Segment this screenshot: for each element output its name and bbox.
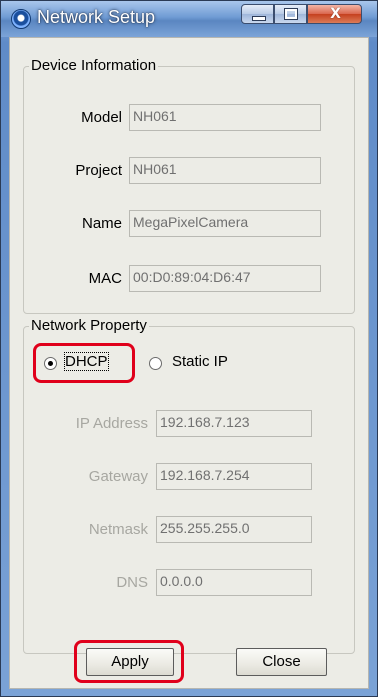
netmask-field[interactable]: 255.255.255.0	[156, 516, 312, 543]
device-information-legend: Device Information	[29, 57, 159, 74]
name-label: Name	[81, 215, 122, 232]
ip-address-label: IP Address	[75, 415, 148, 432]
network-property-legend: Network Property	[29, 317, 149, 334]
model-label: Model	[81, 109, 122, 126]
minimize-button[interactable]	[241, 4, 274, 24]
device-information-group: Device Information Model NH061 Project N…	[23, 57, 355, 314]
ip-address-field[interactable]: 192.168.7.123	[156, 410, 312, 437]
dns-field[interactable]: 0.0.0.0	[156, 569, 312, 596]
gateway-field[interactable]: 192.168.7.254	[156, 463, 312, 490]
dhcp-highlight-box	[33, 343, 135, 383]
close-window-button[interactable]: X	[307, 4, 362, 24]
mac-label: MAC	[88, 270, 122, 287]
minimize-icon	[252, 16, 266, 21]
maximize-button[interactable]	[274, 4, 307, 24]
title-bar[interactable]: Network Setup X	[1, 1, 377, 37]
maximize-icon	[284, 8, 298, 20]
network-globe-icon	[11, 9, 31, 29]
mac-field[interactable]: 00:D0:89:04:D6:47	[129, 265, 321, 292]
model-field[interactable]: NH061	[129, 104, 321, 131]
close-button[interactable]: Close	[236, 648, 327, 676]
project-label: Project	[75, 162, 122, 179]
netmask-label: Netmask	[88, 521, 148, 538]
window-title: Network Setup	[37, 7, 156, 27]
dialog-client-area: Device Information Model NH061 Project N…	[9, 37, 369, 689]
close-icon: X	[330, 6, 341, 22]
dns-label: DNS	[116, 574, 148, 591]
gateway-label: Gateway	[88, 468, 148, 485]
network-setup-window: Network Setup X Device Information Model…	[0, 0, 378, 697]
project-field[interactable]: NH061	[129, 157, 321, 184]
apply-highlight-box	[74, 640, 184, 683]
name-field[interactable]: MegaPixelCamera	[129, 210, 321, 237]
static-ip-label[interactable]: Static IP	[172, 353, 228, 370]
static-ip-radio[interactable]	[149, 357, 162, 370]
